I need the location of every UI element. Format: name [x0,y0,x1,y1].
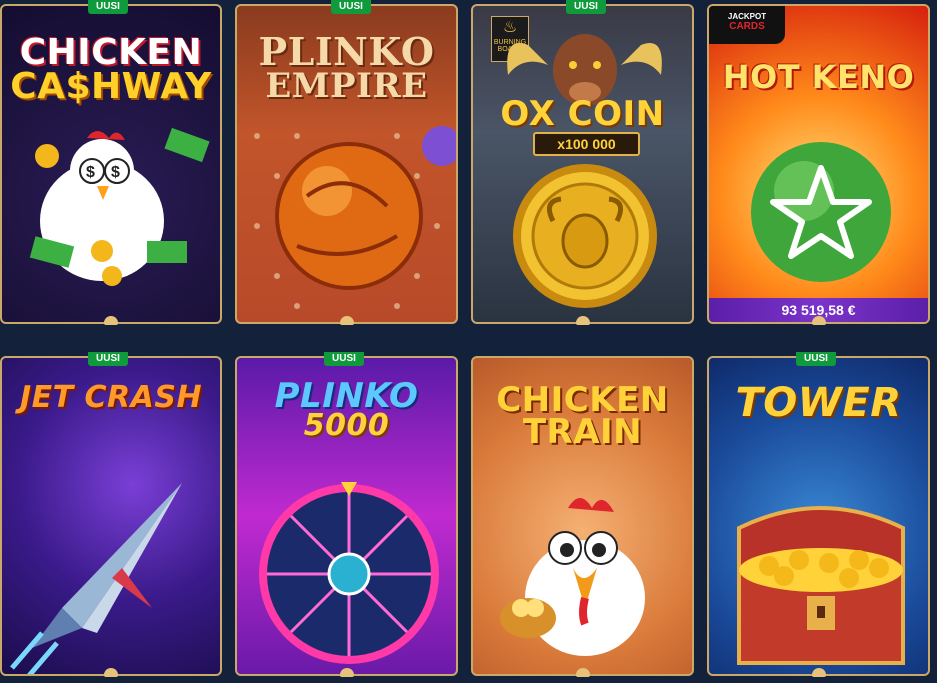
game-tile-jet-crash[interactable]: JET CRASH [0,356,222,676]
new-badge: UUSI [324,352,364,366]
game-tile-hot-keno[interactable]: JACKPOT CARDS HOT KENO 93 519,58 € [707,4,930,324]
game-title: PLINKO 5000 [274,376,419,444]
game-title: JET CRASH [19,380,203,415]
shell-icon [812,316,826,325]
game-tile-chicken-train[interactable]: CHICKEN TRAIN [471,356,694,676]
shell-icon [340,316,354,325]
chicken-art [500,498,645,656]
svg-text:$: $ [86,164,95,181]
shell-icon [576,668,590,677]
jet-art [10,483,182,674]
new-badge: UUSI [331,0,371,14]
game-title: PLINKO EMPIRE [258,29,435,107]
shell-icon [812,668,826,677]
game-title: HOT KENO [722,58,915,96]
prize-wheel-art [259,482,439,664]
new-badge: UUSI [566,0,606,14]
game-tile-chicken-cashway[interactable]: CHICKEN CA$HWAY $ $ [0,4,222,324]
gold-coin-art [513,164,657,308]
game-title: TOWER [735,380,902,426]
new-badge: UUSI [88,0,128,14]
star-ball-art [751,142,891,282]
jackpot-cards-logo: JACKPOT CARDS [709,6,785,44]
treasure-chest-art [737,506,905,665]
plinko-ball-art [254,126,456,309]
shell-icon [104,668,118,677]
game-tile-tower[interactable]: TOWER [707,356,930,676]
game-title: CHICKEN CA$HWAY [10,32,212,108]
game-tile-ox-coin[interactable]: ♨ BURNING BOARD OX COIN x100 000 [471,4,694,324]
shell-icon [576,316,590,325]
svg-text:$: $ [111,164,120,181]
multiplier-label: x100 000 [533,132,640,156]
game-tile-plinko-empire[interactable]: PLINKO EMPIRE [235,4,458,324]
game-title: OX COIN [500,94,665,134]
new-badge: UUSI [88,352,128,366]
chicken-art: $ $ [29,127,210,286]
game-tile-plinko-5000[interactable]: PLINKO 5000 [235,356,458,676]
shell-icon [340,668,354,677]
new-badge: UUSI [796,352,836,366]
shell-icon [104,316,118,325]
game-title: CHICKEN TRAIN [496,380,669,453]
